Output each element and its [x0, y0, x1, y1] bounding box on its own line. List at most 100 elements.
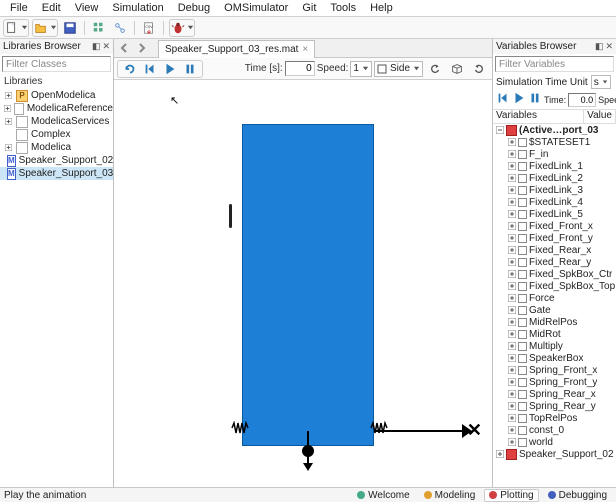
library-tree[interactable]: POpenModelica ModelicaReference Modelica… — [0, 89, 113, 487]
sim-time-unit-select[interactable]: s — [591, 75, 611, 89]
nav-forward-icon[interactable] — [134, 41, 150, 55]
menu-edit[interactable]: Edit — [36, 1, 67, 15]
lib-item-speaker-support-03[interactable]: MSpeaker_Support_03 — [0, 167, 113, 180]
panel-close-icon[interactable]: ✕ — [605, 41, 613, 52]
lib-item-modelicareference[interactable]: ModelicaReference — [0, 102, 113, 115]
var-item[interactable]: Fixed_Rear_y — [493, 256, 616, 268]
panel-close-icon[interactable]: ✕ — [102, 41, 110, 52]
animation-canvas[interactable]: ↖ ✕ — [114, 80, 492, 487]
perspective-debugging[interactable]: Debugging — [543, 489, 612, 502]
var-item[interactable]: Fixed_Front_y — [493, 232, 616, 244]
var-item[interactable]: world — [493, 436, 616, 448]
rotate-right-icon[interactable] — [469, 60, 489, 78]
var-item[interactable]: FixedLink_3 — [493, 184, 616, 196]
pause-icon[interactable] — [180, 60, 200, 78]
var-item[interactable]: Fixed_Rear_x — [493, 244, 616, 256]
lib-item-speaker-support-02[interactable]: MSpeaker_Support_02 — [0, 154, 113, 167]
menu-file[interactable]: File — [4, 1, 34, 15]
menu-debug[interactable]: Debug — [172, 1, 216, 15]
filter-classes-input[interactable]: Filter Classes — [2, 56, 111, 72]
var-item[interactable]: MidRot — [493, 328, 616, 340]
perspective-modeling[interactable]: Modeling — [419, 489, 481, 502]
grid-icon[interactable] — [90, 19, 108, 37]
lib-item-modelica[interactable]: Modelica — [0, 141, 113, 154]
reload-icon[interactable] — [120, 60, 140, 78]
new-dropdown-icon[interactable] — [20, 20, 28, 36]
cube-icon[interactable] — [447, 60, 467, 78]
speed-select[interactable]: 1 — [350, 61, 372, 77]
new-file-icon[interactable] — [4, 20, 20, 36]
menu-omsimulator[interactable]: OMSimulator — [218, 1, 294, 15]
lib-item-openmodelica[interactable]: POpenModelica — [0, 89, 113, 102]
var-item[interactable]: FixedLink_4 — [493, 196, 616, 208]
menu-help[interactable]: Help — [364, 1, 399, 15]
tab-label: Speaker_Support_03_res.mat — [165, 44, 298, 55]
mini-play-icon[interactable] — [512, 91, 526, 108]
perspective-plotting[interactable]: Plotting — [484, 489, 538, 502]
var-item[interactable]: FixedLink_5 — [493, 208, 616, 220]
var-header-variables[interactable]: Variables — [493, 110, 584, 123]
sim-time-unit-label: Simulation Time Unit — [496, 77, 588, 88]
document-tab[interactable]: Speaker_Support_03_res.mat × — [158, 40, 315, 58]
tab-close-icon[interactable]: × — [302, 44, 308, 55]
menu-tools[interactable]: Tools — [324, 1, 362, 15]
panel-float-icon[interactable]: ◧ — [92, 41, 101, 52]
var-item[interactable]: Fixed_SpkBox_Top — [493, 280, 616, 292]
spring-right-shape — [370, 421, 388, 435]
perspective-welcome[interactable]: Welcome — [352, 489, 415, 502]
play-icon[interactable] — [160, 60, 180, 78]
spring-left-shape — [231, 421, 249, 435]
y-axis-arrowhead — [303, 463, 313, 471]
marker-line — [229, 204, 232, 228]
var-item[interactable]: Spring_Rear_x — [493, 388, 616, 400]
variables-tree[interactable]: (Active…port_03 $STATESET1F_inFixedLink_… — [493, 124, 616, 487]
csv-export-icon[interactable]: CSV — [140, 19, 158, 37]
view-side-select[interactable]: Side — [374, 61, 423, 77]
save-icon[interactable] — [61, 19, 79, 37]
var-item[interactable]: $STATESET1 — [493, 136, 616, 148]
speed-label: Speed: — [317, 63, 349, 74]
lib-item-complex[interactable]: Complex — [0, 128, 113, 141]
filter-variables-input[interactable]: Filter Variables — [495, 56, 614, 72]
main-toolbar: CSV — [0, 17, 616, 39]
mini-time-input[interactable] — [568, 93, 596, 107]
document-tabbar: Speaker_Support_03_res.mat × — [114, 39, 492, 58]
var-item[interactable]: Gate — [493, 304, 616, 316]
var-item[interactable]: TopRelPos — [493, 412, 616, 424]
var-item[interactable]: MidRelPos — [493, 316, 616, 328]
skip-back-icon[interactable] — [140, 60, 160, 78]
time-input[interactable] — [285, 61, 315, 76]
var-item[interactable]: FixedLink_2 — [493, 172, 616, 184]
mini-skip-back-icon[interactable] — [496, 91, 510, 108]
var-item[interactable]: FixedLink_1 — [493, 160, 616, 172]
var-sibling-item[interactable]: Speaker_Support_02 — [493, 448, 616, 460]
menu-git[interactable]: Git — [296, 1, 322, 15]
libraries-title: Libraries Browser — [3, 41, 81, 52]
open-file-icon[interactable] — [33, 20, 49, 36]
bug-dropdown-icon[interactable] — [186, 20, 194, 36]
var-item[interactable]: SpeakerBox — [493, 352, 616, 364]
var-item[interactable]: Multiply — [493, 340, 616, 352]
var-item[interactable]: Spring_Rear_y — [493, 400, 616, 412]
var-item[interactable]: Fixed_SpkBox_Ctr — [493, 268, 616, 280]
panel-float-icon[interactable]: ◧ — [595, 41, 604, 52]
var-item[interactable]: Spring_Front_y — [493, 376, 616, 388]
bug-icon[interactable] — [170, 20, 186, 36]
var-item[interactable]: Spring_Front_x — [493, 364, 616, 376]
var-item[interactable]: Fixed_Front_x — [493, 220, 616, 232]
mini-pause-icon[interactable] — [528, 91, 542, 108]
libraries-panel: Libraries Browser ◧ ✕ Filter Classes Lib… — [0, 39, 114, 487]
var-item[interactable]: Force — [493, 292, 616, 304]
rotate-left-icon[interactable] — [425, 60, 445, 78]
x-mark-icon: ✕ — [467, 420, 482, 441]
var-header-value[interactable]: Value — [584, 110, 616, 123]
var-item[interactable]: const_0 — [493, 424, 616, 436]
var-item[interactable]: F_in — [493, 148, 616, 160]
menu-simulation[interactable]: Simulation — [106, 1, 169, 15]
nav-back-icon[interactable] — [116, 41, 132, 55]
open-dropdown-icon[interactable] — [49, 20, 57, 36]
lib-item-modelicaservices[interactable]: ModelicaServices — [0, 115, 113, 128]
var-root-item[interactable]: (Active…port_03 — [493, 124, 616, 136]
link-icon[interactable] — [111, 19, 129, 37]
menu-view[interactable]: View — [69, 1, 105, 15]
